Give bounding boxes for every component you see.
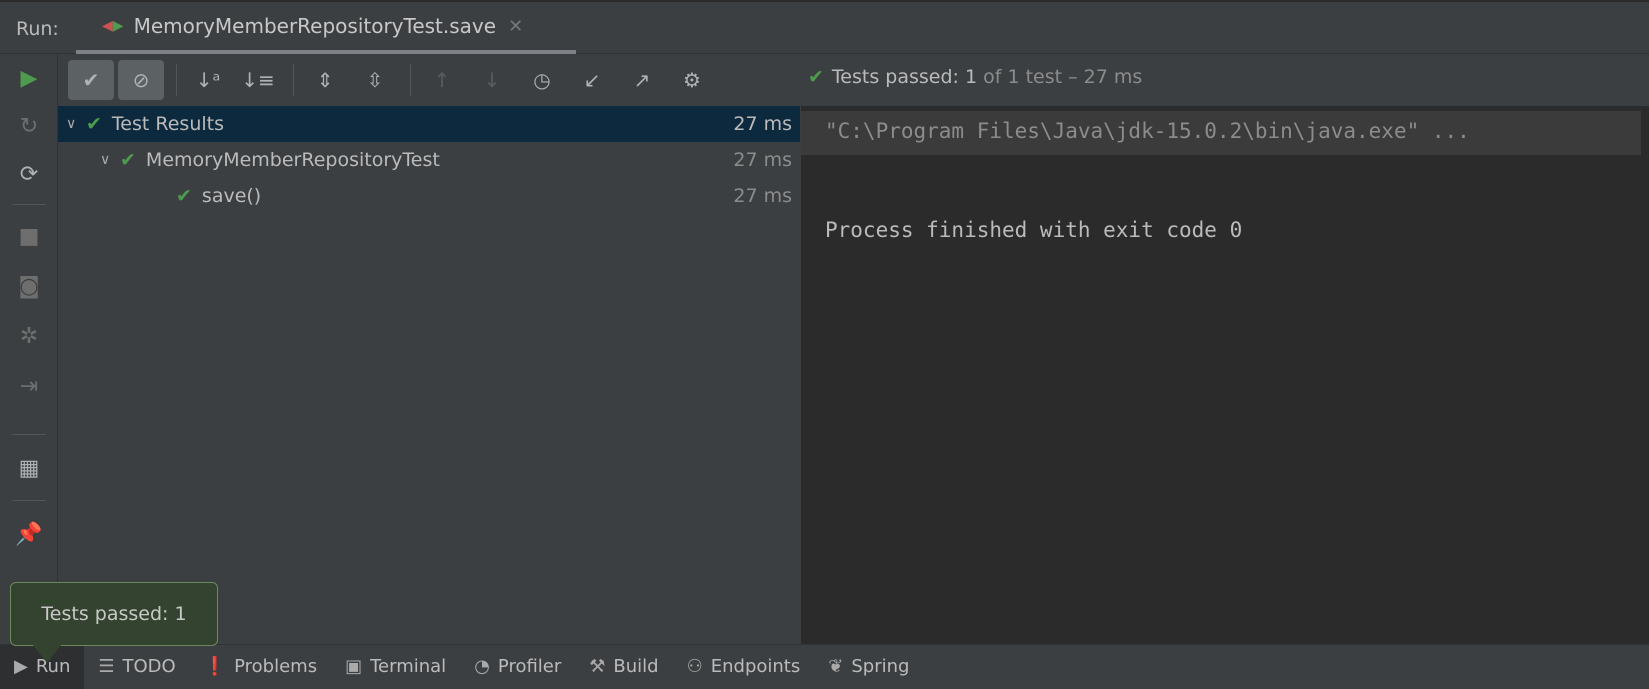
check-icon: ✔ bbox=[176, 185, 192, 207]
show-ignored-icon[interactable]: ⊘ bbox=[118, 60, 164, 100]
tree-row-method[interactable]: ✔ save() 27 ms bbox=[58, 178, 800, 214]
tool-window-bar: ▶ Run ☰ TODO ❗ Problems ▣ Terminal ◔ Profiler… bbox=[0, 644, 1649, 689]
rerun-icon[interactable]: ▶ bbox=[0, 58, 58, 98]
import-tests-icon[interactable]: ↙ bbox=[569, 60, 615, 100]
tree-row-test-results[interactable]: ∨ ✔ Test Results 27 ms bbox=[58, 106, 800, 142]
close-icon[interactable]: ✕ bbox=[508, 16, 523, 37]
play-icon: ▶ bbox=[14, 656, 28, 677]
show-passed-icon[interactable]: ✔ bbox=[68, 60, 114, 100]
list-icon: ☰ bbox=[98, 656, 115, 677]
run-label: Run: bbox=[16, 18, 59, 40]
run-tool-header: Run: ◀▶ MemoryMemberRepositoryTest.save … bbox=[0, 0, 1649, 54]
debug-icon[interactable]: ✲ bbox=[0, 316, 58, 356]
sort-alpha-icon[interactable]: ↓ᵃ bbox=[185, 60, 231, 100]
settings-gear-icon[interactable]: ⚙ bbox=[669, 60, 715, 100]
endpoints-icon: ⚇ bbox=[686, 656, 703, 677]
warning-icon: ❗ bbox=[203, 656, 227, 677]
pin-icon[interactable]: 📌 bbox=[0, 514, 58, 554]
next-test-icon[interactable]: ↓ bbox=[469, 60, 515, 100]
run-config-tab[interactable]: ◀▶ MemoryMemberRepositoryTest.save ✕ bbox=[76, 2, 576, 54]
spring-leaf-icon: ❦ bbox=[828, 656, 844, 677]
tab-title: MemoryMemberRepositoryTest.save bbox=[133, 14, 497, 38]
chevron-down-icon[interactable]: ∨ bbox=[100, 152, 120, 168]
run-side-toolbar: ▶ ↻ ⟳ ■ ◙ ✲ ⇥ ▦ 📌 bbox=[0, 54, 58, 644]
collapse-all-icon[interactable]: ⇳ bbox=[352, 60, 398, 100]
tests-passed-tooltip: Tests passed: 1 bbox=[10, 582, 218, 663]
tool-problems[interactable]: ❗ Problems bbox=[190, 645, 331, 689]
console-command-line[interactable]: "C:\Program Files\Java\jdk-15.0.2\bin\ja… bbox=[801, 111, 1641, 155]
history-icon[interactable]: ◷ bbox=[519, 60, 565, 100]
expand-all-icon[interactable]: ⇕ bbox=[302, 60, 348, 100]
pass-check-icon: ✔ bbox=[808, 66, 824, 88]
tool-terminal[interactable]: ▣ Terminal bbox=[331, 645, 460, 689]
tool-todo[interactable]: ☰ TODO bbox=[84, 645, 189, 689]
toggle-auto-test-icon[interactable]: ⟳ bbox=[0, 154, 58, 194]
tool-endpoints[interactable]: ⚇ Endpoints bbox=[673, 645, 815, 689]
profiler-icon: ◔ bbox=[474, 656, 490, 677]
previous-test-icon[interactable]: ↑ bbox=[419, 60, 465, 100]
terminal-icon: ▣ bbox=[345, 656, 363, 677]
stop-icon[interactable]: ■ bbox=[0, 216, 58, 256]
export-tests-icon[interactable]: ↗ bbox=[619, 60, 665, 100]
hammer-icon: ⚒ bbox=[589, 656, 606, 677]
check-icon: ✔ bbox=[86, 113, 102, 135]
tree-row-class[interactable]: ∨ ✔ MemoryMemberRepositoryTest 27 ms bbox=[58, 142, 800, 178]
check-icon: ✔ bbox=[120, 149, 136, 171]
console-exit-line: Process finished with exit code 0 bbox=[825, 218, 1243, 242]
test-config-icon: ◀▶ bbox=[102, 18, 124, 34]
sort-duration-icon[interactable]: ↓≡ bbox=[235, 60, 281, 100]
tool-spring[interactable]: ❦ Spring bbox=[814, 645, 923, 689]
test-status: ✔ Tests passed: 1 of 1 test – 27 ms bbox=[808, 66, 1143, 88]
chevron-down-icon[interactable]: ∨ bbox=[66, 116, 86, 132]
rerun-failed-icon[interactable]: ↻ bbox=[0, 106, 58, 146]
tool-build[interactable]: ⚒ Build bbox=[575, 645, 672, 689]
console-output[interactable]: "C:\Program Files\Java\jdk-15.0.2\bin\ja… bbox=[801, 106, 1649, 644]
tool-profiler[interactable]: ◔ Profiler bbox=[460, 645, 575, 689]
camera-icon[interactable]: ◙ bbox=[0, 266, 58, 306]
layout-icon[interactable]: ▦ bbox=[0, 448, 58, 488]
import-icon[interactable]: ⇥ bbox=[0, 366, 58, 406]
test-tree: ∨ ✔ Test Results 27 ms ∨ ✔ MemoryMemberRepo… bbox=[58, 106, 800, 644]
